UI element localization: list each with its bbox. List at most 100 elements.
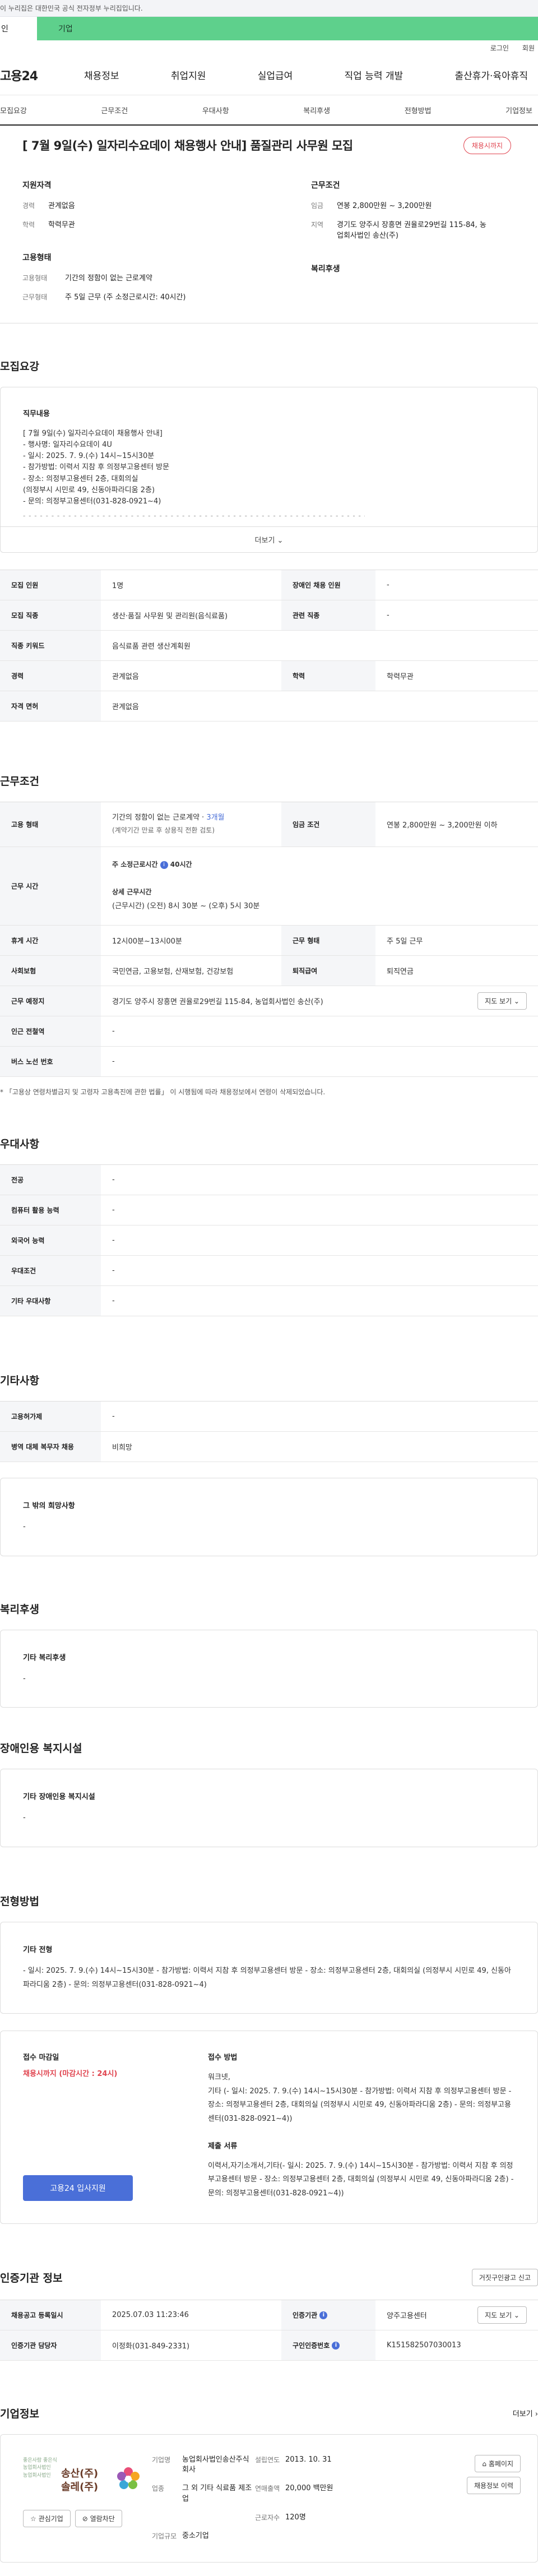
lnb-item[interactable]: 모집요강 xyxy=(0,105,27,115)
etc-heading: 기타사항 xyxy=(0,1374,39,1387)
lnb-item[interactable]: 복리후생 xyxy=(303,105,330,115)
etc-box-label: 그 밖의 희망사항 xyxy=(23,1501,75,1510)
emp-note: (계약기간 만료 후 상용직 전환 검토) xyxy=(112,826,215,835)
deadline-badge: 채용시까지 xyxy=(463,137,511,154)
info-icon[interactable]: i xyxy=(332,2342,340,2350)
login-link[interactable]: 로그인 xyxy=(490,43,509,53)
cell-key: 버스 노선 번호 xyxy=(0,1046,101,1077)
cell-val: - xyxy=(101,1195,538,1225)
disabled-box: 기타 장애인용 복지시설 - xyxy=(0,1769,538,1848)
age-notice: * 「고용상 연령차별금지 및 고령자 고용촉진에 관한 법률」 이 시행됨에 … xyxy=(0,1088,326,1096)
cell-val: 경기도 양주시 장흥면 권율로29번길 115-84, 농업회사법인 송산(주)… xyxy=(101,986,538,1016)
tab-company[interactable]: 기업 xyxy=(37,17,538,40)
detail-hours: (근무시간) (오전) 8시 30분 ~ (오후) 5시 30분 xyxy=(112,902,260,911)
method-value: 워크넷, 기타 (- 일시: 2025. 7. 9.(수) 14시~15시30분… xyxy=(208,2073,512,2124)
info-val: 20,000 백만원 xyxy=(285,2484,333,2493)
cell-key: 전공 xyxy=(0,1164,101,1195)
lnb-item[interactable]: 근무조건 xyxy=(101,105,128,115)
info-val: 그 외 기타 식료품 제조업 xyxy=(182,2484,252,2504)
cell-val: 기간의 정함이 없는 근로계약 · 3개월 (계약기간 만료 후 상용직 전환 … xyxy=(101,802,281,847)
block-company-button[interactable]: ⊘ 열람차단 xyxy=(75,2509,122,2527)
favorite-company-button[interactable]: ☆ 관심기업 xyxy=(23,2509,71,2527)
company-heading: 기업정보 xyxy=(0,2407,39,2420)
info-val: 농업회사법인송산주식회사 xyxy=(182,2455,249,2475)
company-more-link[interactable]: 더보기 › xyxy=(513,2408,538,2418)
cell-val: 연봉 2,800만원 ~ 3,200만원 이하 xyxy=(375,802,538,847)
join-link[interactable]: 회원 xyxy=(522,43,535,53)
kv-val: 경기도 양주시 장흥면 권율로29번길 115-84, 농업회사법인 송산(주) xyxy=(337,220,486,241)
info-val: 중소기업 xyxy=(182,2531,209,2540)
info-key xyxy=(152,2513,182,2523)
work-heading: 근무조건 xyxy=(0,775,39,788)
table-row: 채용공고 등록일시 2025.07.03 11:23:46 인증기관 i 양주고… xyxy=(0,2300,538,2330)
table-row: 고용허가제 - xyxy=(0,1401,538,1432)
info-key: 기업명 xyxy=(152,2455,171,2464)
cell-val: - xyxy=(101,1046,538,1077)
cell-val: - xyxy=(101,1285,538,1316)
company-info: 기업명 농업회사법인송산주식회사 설립연도 2013. 10. 31 업종 그 … xyxy=(152,2455,448,2542)
cell-val: 음식료품 관련 생산계획원 xyxy=(101,630,538,661)
tab-personal[interactable]: 인 xyxy=(0,17,37,40)
weekly-hours-label: 주 소정근로시간 xyxy=(112,861,158,869)
cell-key: 고용허가제 xyxy=(0,1401,101,1432)
kv-val: 주 5일 근무 (주 소정근로시간: 40시간) xyxy=(65,293,186,302)
cell-key: 컴퓨터 활용 능력 xyxy=(0,1195,101,1225)
gnb-item[interactable]: 출산휴가·육아휴직 xyxy=(449,68,534,82)
cell-key: 인증기관 i xyxy=(281,2300,375,2330)
cell-val: 주 5일 근무 xyxy=(375,925,538,956)
table-row: 경력 관계없음 학력 학력무관 xyxy=(0,660,538,691)
info-val xyxy=(182,2513,255,2523)
cell-key: 퇴직급여 xyxy=(281,955,375,986)
gnb-item[interactable]: 직업 능력 개발 xyxy=(339,68,409,82)
cell-key: 임금 조건 xyxy=(281,802,375,847)
lnb-item[interactable]: 전형방법 xyxy=(405,105,432,115)
company-box: 좋은사람 좋은식 농업회사법인 농업회사법인 송산(주) 솔레(주) ☆ 관심기… xyxy=(0,2434,538,2563)
cell-key: 고용 형태 xyxy=(0,802,101,847)
homepage-button[interactable]: ⌂ 홈페이지 xyxy=(475,2454,521,2472)
table-row: 휴게 시간 12시00분~13시00분 근무 형태 주 5일 근무 xyxy=(0,925,538,956)
table-row: 기타 우대사항 - xyxy=(0,1285,538,1316)
cell-val: 생산·품질 사무원 및 관리원(음식료품) xyxy=(101,600,281,631)
docs-value: 이력서,자기소개서,기타(- 일시: 2025. 7. 9.(수) 14시~15… xyxy=(208,2161,514,2198)
more-button[interactable]: 더보기 ⌄ xyxy=(1,526,537,552)
site-logo[interactable]: 고용24 xyxy=(0,66,78,84)
gnb-item[interactable]: 채용정보 xyxy=(78,68,125,82)
etc-box-val: - xyxy=(23,1522,26,1531)
select-val: - 일시: 2025. 7. 9.(수) 14시~15시30분 - 참가방법: … xyxy=(23,1967,511,1989)
duty-box: 직무내용 [ 7월 9일(수) 일자리수요데이 채용행사 안내] - 행사명: … xyxy=(0,387,538,553)
apply-button[interactable]: 고용24 입사지원 xyxy=(23,2175,133,2201)
map-toggle-button[interactable]: 지도 보기 ⌄ xyxy=(477,992,527,1010)
cell-val: 12시00분~13시00분 xyxy=(101,925,281,956)
info-val: 120명 xyxy=(285,2513,306,2522)
cell-key: 학력 xyxy=(281,660,375,691)
lnb-item[interactable]: 우대사항 xyxy=(202,105,229,115)
cell-key: 직종 키워드 xyxy=(0,630,101,661)
table-row: 외국어 능력 - xyxy=(0,1225,538,1256)
gnb-item[interactable]: 실업급여 xyxy=(252,68,299,82)
welfare-label: 기타 복리후생 xyxy=(23,1653,66,1662)
kv-key: 지역 xyxy=(311,220,324,229)
cert-map-button[interactable]: 지도 보기 ⌄ xyxy=(477,2306,527,2324)
section-nav: 모집요강 근무조건 우대사항 복리후생 전형방법 기업정보 xyxy=(0,95,538,126)
info-icon[interactable]: i xyxy=(160,861,168,869)
select-label: 기타 전형 xyxy=(23,1946,53,1955)
report-fake-ad-button[interactable]: 거짓구인광고 신고 xyxy=(471,2268,538,2286)
table-row: 자격 면허 관계없음 xyxy=(0,691,538,722)
table-row: 근무 예정지 경기도 양주시 장흥면 권율로29번길 115-84, 농업회사법… xyxy=(0,986,538,1016)
recruit-history-button[interactable]: 채용정보 이력 xyxy=(466,2476,521,2494)
table-row: 병역 대체 복무자 채용 비희망 xyxy=(0,1431,538,1462)
info-val: 2013. 10. 31 xyxy=(285,2455,332,2464)
cell-val: 비희망 xyxy=(101,1431,538,1462)
cell-val: K151582507030013 xyxy=(375,2330,538,2361)
cell-key: 병역 대체 복무자 채용 xyxy=(0,1431,101,1462)
lnb-item[interactable]: 기업정보 xyxy=(505,105,532,115)
cell-key: 자격 면허 xyxy=(0,691,101,722)
info-icon[interactable]: i xyxy=(319,2311,328,2320)
cell-key: 장애인 채용 인원 xyxy=(281,570,375,600)
cell-val: - xyxy=(101,1401,538,1432)
gnb-item[interactable]: 취업지원 xyxy=(165,68,212,82)
deadline-value: 채용시까지 (마감시간 : 24시) xyxy=(23,2070,118,2079)
cell-key: 인근 전철역 xyxy=(0,1016,101,1047)
select-box: 기타 전형 - 일시: 2025. 7. 9.(수) 14시~15시30분 - … xyxy=(0,1922,538,2014)
cell-key: 근무 형태 xyxy=(281,925,375,956)
